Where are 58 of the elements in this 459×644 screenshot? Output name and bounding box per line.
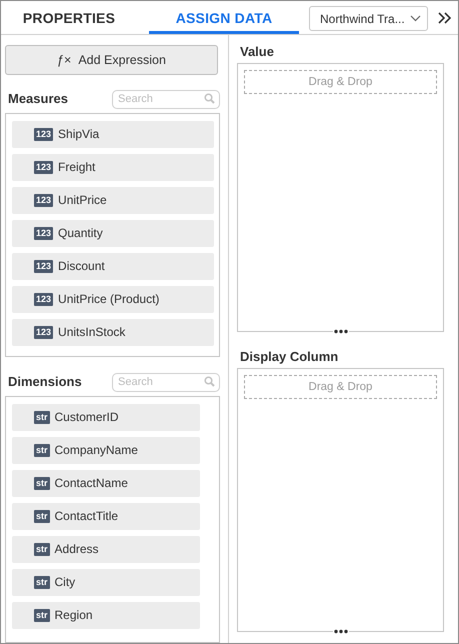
type-badge: 123	[34, 160, 54, 174]
field-item[interactable]: str Address	[12, 536, 200, 563]
type-badge: 123	[34, 326, 54, 339]
field-item[interactable]: str Region	[12, 602, 200, 629]
tab[interactable]: PROPERTIES	[1, 1, 137, 34]
type-badge: str	[34, 542, 50, 556]
add-expression-button[interactable]: ƒ× Add Expression	[5, 45, 218, 75]
field-label: CompanyName	[54, 443, 138, 458]
type-badge: 123	[34, 260, 54, 273]
field-label: Discount	[58, 259, 105, 274]
search-icon	[204, 93, 215, 104]
field-label: Address	[54, 542, 99, 556]
section-title: Measures	[8, 91, 68, 106]
type-badge: str	[34, 608, 50, 622]
field-label: Quantity	[58, 226, 103, 240]
field-label: UnitPrice	[58, 193, 107, 208]
field-item[interactable]: 123 ShipVia	[12, 120, 214, 148]
resize-handle-icon[interactable]	[332, 329, 348, 334]
field-item[interactable]: str CompanyName	[12, 436, 200, 464]
field-label: Region	[54, 608, 93, 622]
zone-title: Value	[239, 43, 275, 61]
zone-title: Display Column	[239, 348, 340, 366]
field-item[interactable]: 123 Freight	[12, 154, 214, 181]
field-label: UnitPrice (Product)	[58, 292, 160, 306]
chevron-down-icon	[410, 15, 421, 22]
datasource-dropdown[interactable]: Northwind Tra...	[309, 6, 428, 31]
field-label: ShipVia	[58, 127, 100, 142]
field-item[interactable]: 123 Discount	[12, 252, 214, 280]
type-badge: 123	[34, 226, 54, 240]
field-item[interactable]: 123 Quantity	[12, 220, 214, 247]
field-label: UnitsInStock	[58, 325, 126, 340]
field-item[interactable]: str CustomerID	[12, 404, 200, 431]
field-item[interactable]: 123 UnitPrice	[12, 186, 214, 214]
field-label: ContactTitle	[54, 509, 118, 524]
field-label: Freight	[58, 160, 96, 174]
field-label: CustomerID	[54, 410, 119, 424]
tab[interactable]: ASSIGN DATA	[149, 1, 299, 34]
section-title: Dimensions	[8, 374, 82, 390]
double-chevron-right-icon[interactable]	[438, 12, 452, 24]
type-badge: str	[34, 576, 50, 589]
field-item[interactable]: str City	[12, 568, 200, 596]
field-item[interactable]: 123 UnitPrice (Product)	[12, 286, 214, 313]
type-badge: str	[34, 510, 50, 523]
type-badge: 123	[34, 128, 54, 141]
field-label: ContactName	[54, 476, 128, 490]
type-badge: 123	[34, 194, 54, 207]
resize-handle-icon[interactable]	[332, 629, 348, 634]
search-icon	[204, 376, 215, 388]
type-badge: str	[34, 444, 50, 457]
type-badge: str	[34, 410, 50, 424]
type-badge: str	[34, 476, 50, 490]
search-field[interactable]: Search	[112, 372, 220, 392]
search-field[interactable]: Search	[112, 90, 220, 109]
type-badge: 123	[34, 292, 54, 306]
field-item[interactable]: 123 UnitsInStock	[12, 318, 214, 346]
field-label: City	[54, 575, 76, 590]
field-item[interactable]: str ContactName	[12, 470, 200, 497]
field-item[interactable]: str ContactTitle	[12, 502, 200, 530]
